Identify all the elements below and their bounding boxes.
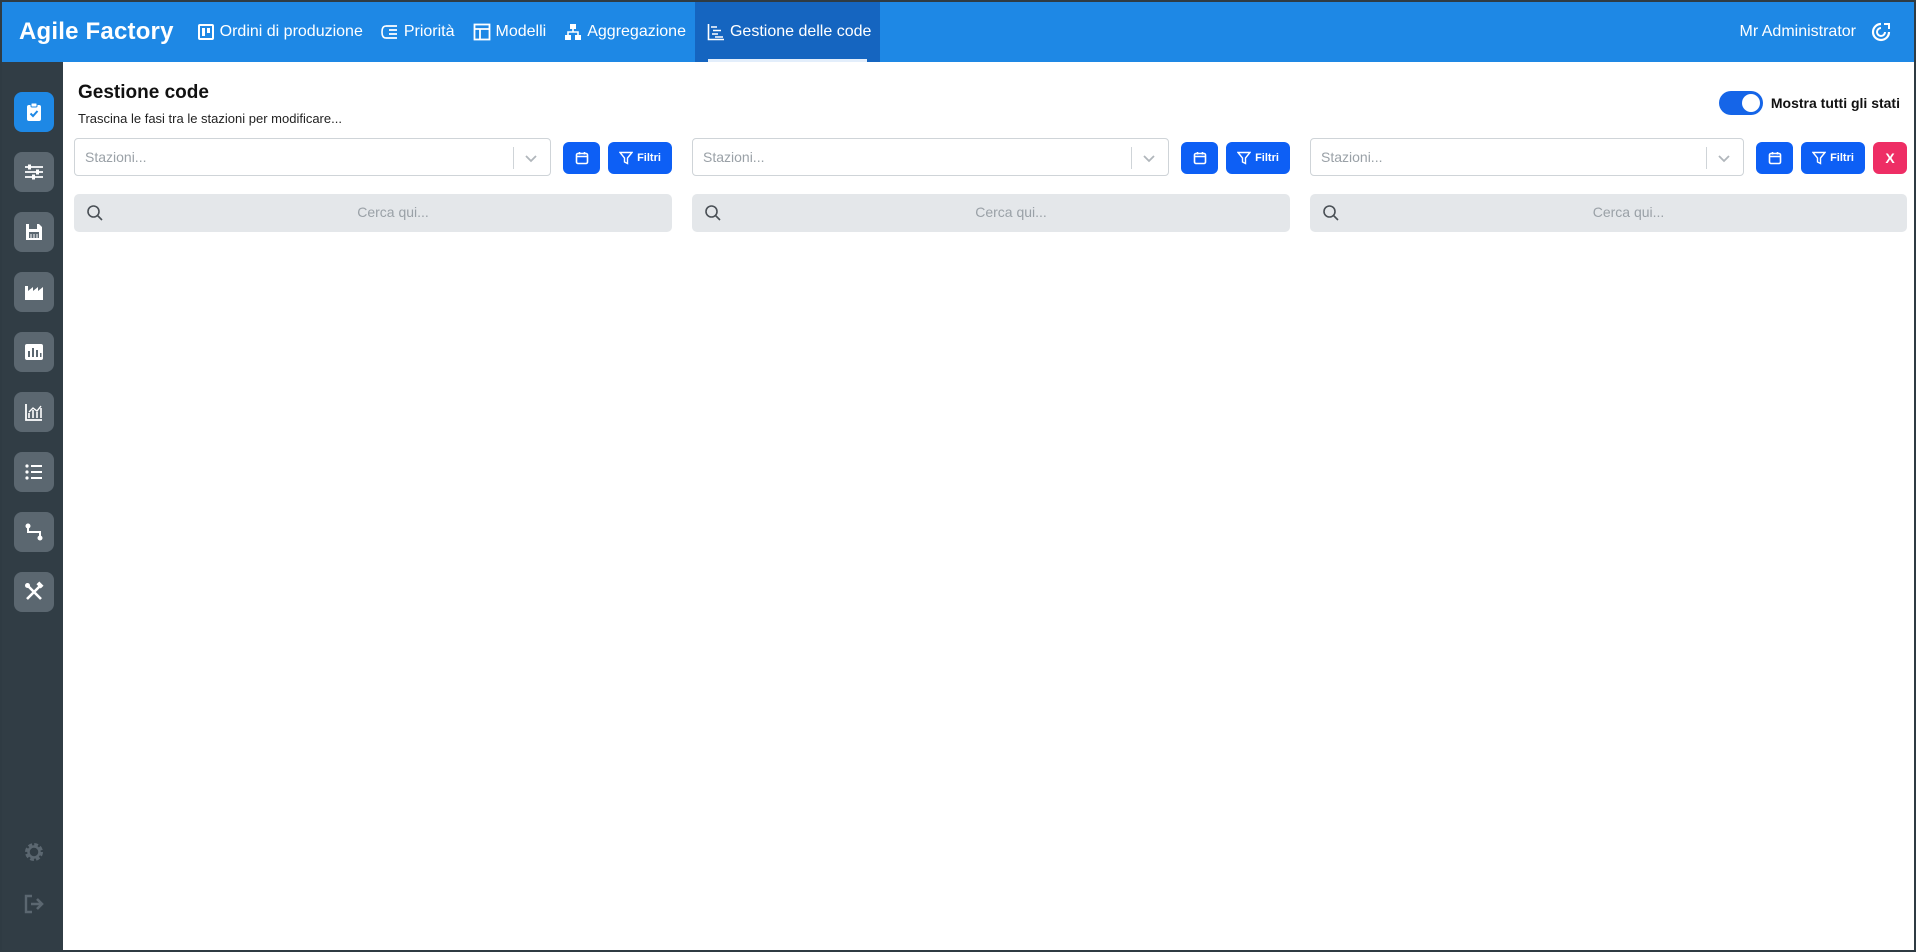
- chevron-down-icon: [1718, 155, 1730, 163]
- date-picker-button[interactable]: [1181, 142, 1218, 174]
- sidebar-item-bar-chart[interactable]: [14, 332, 54, 372]
- show-all-states-label: Mostra tutti gli stati: [1770, 95, 1900, 111]
- filters-button[interactable]: Filtri: [1801, 142, 1865, 174]
- select-separator: [513, 147, 514, 169]
- gantt-icon: [707, 24, 724, 41]
- brand-swirl-icon[interactable]: [1870, 21, 1892, 43]
- queue-column-2: Stazioni... Filtri Cerca qui...: [692, 138, 1292, 234]
- date-picker-button[interactable]: [563, 142, 600, 174]
- nav-item-modelli[interactable]: Modelli: [464, 2, 556, 62]
- save-icon: [26, 224, 42, 240]
- sidebar-item-logout[interactable]: [21, 891, 47, 917]
- template-icon: [473, 23, 490, 41]
- top-navbar: Agile Factory Ordini di produzione Prior…: [2, 2, 1914, 62]
- sidebar: [2, 62, 63, 950]
- search-placeholder: Cerca qui...: [975, 204, 1047, 220]
- filters-button-label: Filtri: [1255, 152, 1279, 164]
- nav-item-label: Aggregazione: [587, 23, 686, 40]
- search-placeholder: Cerca qui...: [357, 204, 429, 220]
- nav-item-label: Priorità: [403, 23, 455, 40]
- nav-item-gestione-delle-code[interactable]: Gestione delle code: [694, 2, 881, 62]
- queue-column-1: Stazioni... Filtri Cerca qui...: [74, 138, 674, 234]
- search-placeholder: Cerca qui...: [1592, 204, 1665, 220]
- app-brand[interactable]: Agile Factory: [2, 2, 188, 62]
- chevron-down-icon: [525, 155, 537, 163]
- queue-column-3: Stazioni... Filtri X Cerca qui...: [1310, 138, 1908, 234]
- factory-icon: [25, 286, 43, 300]
- filters-button[interactable]: Filtri: [1226, 142, 1290, 174]
- nav-item-priorita[interactable]: Priorità: [372, 2, 464, 62]
- filter-icon: [1812, 151, 1827, 165]
- nav-item-label: Gestione delle code: [729, 23, 872, 40]
- station-select[interactable]: Stazioni...: [692, 138, 1169, 176]
- sidebar-item-tools[interactable]: [14, 572, 54, 612]
- logout-icon: [24, 894, 44, 914]
- search-input[interactable]: Cerca qui...: [1310, 194, 1907, 232]
- sliders-icon: [25, 164, 43, 180]
- sidebar-item-settings[interactable]: [21, 839, 47, 865]
- search-input[interactable]: Cerca qui...: [692, 194, 1290, 232]
- filters-button[interactable]: Filtri: [608, 142, 672, 174]
- sidebar-item-line-chart[interactable]: [14, 392, 54, 432]
- station-select[interactable]: Stazioni...: [74, 138, 551, 176]
- main-nav: Ordini di produzione Priorità Modelli Ag…: [188, 2, 881, 62]
- calendar-icon: [1193, 152, 1206, 165]
- select-separator: [1131, 147, 1132, 169]
- calendar-icon: [575, 152, 588, 165]
- select-separator: [1706, 147, 1707, 169]
- sidebar-item-route[interactable]: [14, 512, 54, 552]
- search-icon: [87, 205, 103, 221]
- list-icon: [25, 464, 42, 480]
- tools-icon: [25, 581, 44, 600]
- show-all-states-control: Mostra tutti gli stati: [1718, 91, 1900, 115]
- filter-icon: [1237, 151, 1252, 165]
- sidebar-item-sliders[interactable]: [14, 152, 54, 192]
- route-icon: [25, 523, 43, 541]
- nav-item-label: Ordini di produzione: [219, 23, 363, 40]
- close-column-button[interactable]: X: [1873, 142, 1907, 174]
- date-picker-button[interactable]: [1756, 142, 1793, 174]
- station-select-placeholder: Stazioni...: [703, 149, 765, 165]
- app-window: Agile Factory Ordini di produzione Prior…: [2, 2, 1914, 950]
- board-icon: [197, 24, 214, 40]
- bar-chart-icon: [25, 344, 43, 360]
- filters-button-label: Filtri: [1830, 152, 1854, 164]
- line-chart-icon: [25, 404, 42, 421]
- filter-icon: [619, 151, 634, 165]
- user-area: Mr Administrator: [1740, 2, 1914, 62]
- tasks-icon: [27, 102, 41, 121]
- nav-item-label: Modelli: [495, 23, 547, 40]
- filters-button-label: Filtri: [637, 152, 661, 164]
- nav-item-aggregazione[interactable]: Aggregazione: [555, 2, 695, 62]
- search-icon: [705, 205, 721, 221]
- page-title: Gestione code: [78, 82, 209, 103]
- calendar-icon: [1768, 152, 1781, 165]
- sidebar-item-factory[interactable]: [14, 272, 54, 312]
- nav-item-ordini-di-produzione[interactable]: Ordini di produzione: [188, 2, 372, 62]
- settings-icon: [25, 843, 43, 861]
- chevron-down-icon: [1143, 155, 1155, 163]
- station-select-placeholder: Stazioni...: [85, 149, 147, 165]
- user-name[interactable]: Mr Administrator: [1740, 23, 1856, 41]
- hierarchy-icon: [565, 24, 582, 40]
- sidebar-item-save[interactable]: [14, 212, 54, 252]
- station-select-placeholder: Stazioni...: [1321, 149, 1383, 165]
- show-all-states-toggle[interactable]: [1718, 91, 1763, 115]
- sidebar-item-list[interactable]: [14, 452, 54, 492]
- station-select[interactable]: Stazioni...: [1310, 138, 1744, 176]
- search-icon: [1323, 205, 1339, 221]
- search-input[interactable]: Cerca qui...: [74, 194, 672, 232]
- page-subtitle: Trascina le fasi tra le stazioni per mod…: [78, 111, 342, 126]
- priority-list-icon: [381, 25, 397, 39]
- sidebar-item-tasks[interactable]: [14, 92, 54, 132]
